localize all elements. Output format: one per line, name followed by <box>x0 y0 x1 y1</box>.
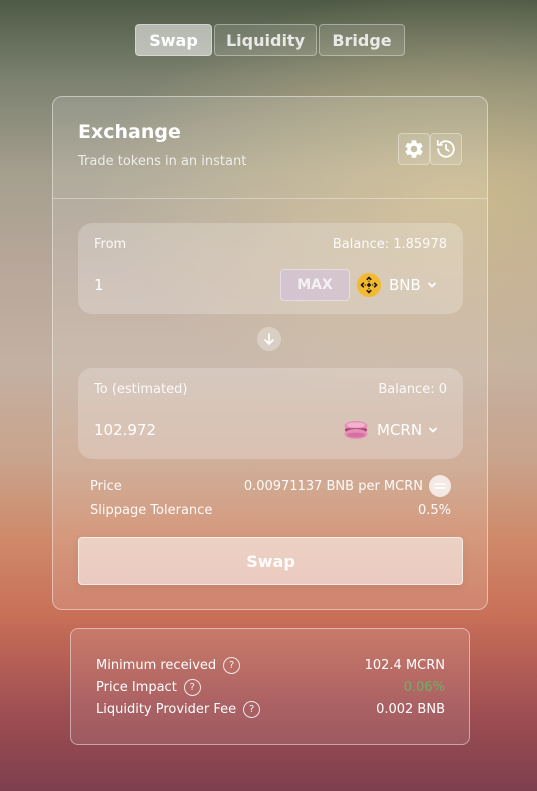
history-button[interactable] <box>430 133 462 165</box>
settings-button[interactable] <box>398 133 430 165</box>
price-impact-value: 0.06% <box>403 679 445 695</box>
exchange-subtitle: Trade tokens in an instant <box>78 154 247 169</box>
invert-price-button[interactable] <box>429 475 451 497</box>
price-impact-row: Price Impact ? 0.06% <box>96 677 445 697</box>
to-balance: Balance: 0 <box>378 382 447 397</box>
lp-fee-label-group: Liquidity Provider Fee ? <box>96 700 261 718</box>
to-panel: To (estimated) Balance: 0 MCRN <box>78 368 463 459</box>
help-icon[interactable]: ? <box>183 678 201 696</box>
slippage-label: Slippage Tolerance <box>90 502 213 518</box>
tab-bridge[interactable]: Bridge <box>319 24 405 56</box>
to-label: To (estimated) <box>94 382 188 397</box>
exchange-title: Exchange <box>78 121 181 143</box>
exchange-card: Exchange Trade tokens in an instant From… <box>52 96 488 610</box>
minimum-received-row: Minimum received ? 102.4 MCRN <box>96 655 445 675</box>
bnb-logo-icon <box>357 273 381 297</box>
gear-icon <box>405 140 423 158</box>
from-panel: From Balance: 1.85978 MAX BNB <box>78 223 463 314</box>
chevron-down-icon <box>427 282 436 288</box>
to-token-symbol: MCRN <box>377 421 423 439</box>
swap-direction-button[interactable] <box>257 327 281 351</box>
lp-fee-value: 0.002 BNB <box>376 701 445 717</box>
swap-button[interactable]: Swap <box>78 537 463 585</box>
help-icon[interactable]: ? <box>243 700 261 718</box>
arrow-down-icon <box>264 333 274 345</box>
from-token-symbol: BNB <box>389 276 421 294</box>
from-token-select[interactable]: BNB <box>357 273 437 297</box>
minimum-received-value: 102.4 MCRN <box>364 657 445 673</box>
price-row: Price 0.00971137 BNB per MCRN <box>90 475 451 497</box>
minimum-received-label: Minimum received <box>96 657 217 673</box>
tab-liquidity[interactable]: Liquidity <box>214 24 317 56</box>
slippage-row: Slippage Tolerance 0.5% <box>90 501 451 519</box>
price-value: 0.00971137 BNB per MCRN <box>243 478 423 494</box>
to-token-select[interactable]: MCRN <box>343 418 438 442</box>
exchange-header: Exchange Trade tokens in an instant <box>53 97 487 199</box>
price-value-group: 0.00971137 BNB per MCRN <box>244 475 451 497</box>
lp-fee-row: Liquidity Provider Fee ? 0.002 BNB <box>96 699 445 719</box>
trade-details-card: Minimum received ? 102.4 MCRN Price Impa… <box>70 628 470 745</box>
help-icon[interactable]: ? <box>223 656 241 674</box>
price-impact-label: Price Impact <box>96 679 177 695</box>
price-label: Price <box>90 478 122 494</box>
minimum-received-label-group: Minimum received ? <box>96 656 241 674</box>
swap-arrows-icon <box>434 483 446 489</box>
max-button[interactable]: MAX <box>280 269 350 301</box>
tab-swap[interactable]: Swap <box>135 24 212 56</box>
to-amount-input[interactable] <box>94 418 264 442</box>
lp-fee-label: Liquidity Provider Fee <box>96 701 237 717</box>
from-label: From <box>94 237 127 252</box>
tab-bar: Swap Liquidity Bridge <box>135 24 405 56</box>
chevron-down-icon <box>429 427 437 433</box>
macaron-logo-icon <box>344 421 368 439</box>
from-amount-input[interactable] <box>94 273 264 297</box>
from-balance: Balance: 1.85978 <box>332 237 447 252</box>
price-impact-label-group: Price Impact ? <box>96 678 201 696</box>
slippage-value: 0.5% <box>417 502 451 518</box>
history-icon <box>436 139 455 158</box>
